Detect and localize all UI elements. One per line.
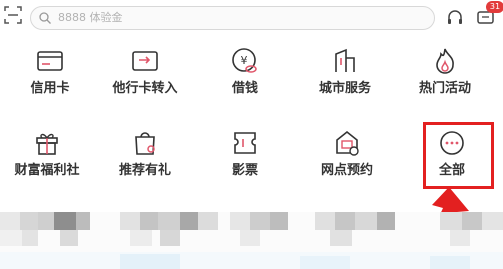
- grid-item-wealth-welfare[interactable]: 财富福利社: [0, 127, 97, 189]
- grid-label: 网点预约: [320, 163, 373, 178]
- blurred-content: [0, 212, 503, 269]
- top-bar: 8888 体验金 31: [0, 0, 503, 36]
- search-placeholder: 8888 体验金: [58, 11, 123, 24]
- grid-item-city-service[interactable]: 城市服务: [295, 45, 395, 107]
- grid-label: 借钱: [231, 81, 258, 96]
- highlight-box: [423, 122, 494, 189]
- grid-label: 推荐有礼: [118, 163, 171, 178]
- grid-label: 信用卡: [30, 81, 70, 96]
- grid-label: 热门活动: [418, 81, 471, 96]
- grid-item-hot-activity[interactable]: 热门活动: [395, 45, 495, 107]
- grid-item-card-transfer[interactable]: 他行卡转入: [95, 45, 195, 107]
- message-badge: 31: [486, 1, 503, 13]
- grid-label: 他行卡转入: [112, 81, 178, 96]
- customer-service-icon[interactable]: [446, 9, 464, 27]
- grid-item-branch-appointment[interactable]: 网点预约: [297, 127, 397, 189]
- movie-ticket-icon: [234, 132, 256, 154]
- gift-icon: [36, 133, 58, 155]
- grid-label: 城市服务: [318, 81, 371, 96]
- card-transfer-icon: [132, 51, 158, 71]
- scan-icon[interactable]: [4, 6, 22, 24]
- search-icon: [39, 12, 51, 24]
- city-service-icon: [335, 48, 355, 72]
- grid-item-credit-card[interactable]: 信用卡: [0, 45, 100, 107]
- branch-appointment-icon: [336, 130, 359, 156]
- shopping-bag-icon: [135, 132, 155, 155]
- svg-text:¥: ¥: [241, 54, 248, 67]
- grid-label: 财富福利社: [14, 163, 80, 178]
- search-bar[interactable]: 8888 体验金: [30, 6, 435, 30]
- flame-icon: [436, 48, 454, 74]
- grid-item-referral[interactable]: 推荐有礼: [95, 127, 195, 189]
- grid-item-borrow[interactable]: ¥ 借钱: [195, 45, 295, 107]
- grid-label: 影票: [231, 163, 258, 178]
- grid-item-movie-tickets[interactable]: 影票: [195, 127, 295, 189]
- credit-card-icon: [37, 51, 63, 71]
- borrow-money-icon: ¥: [232, 48, 257, 73]
